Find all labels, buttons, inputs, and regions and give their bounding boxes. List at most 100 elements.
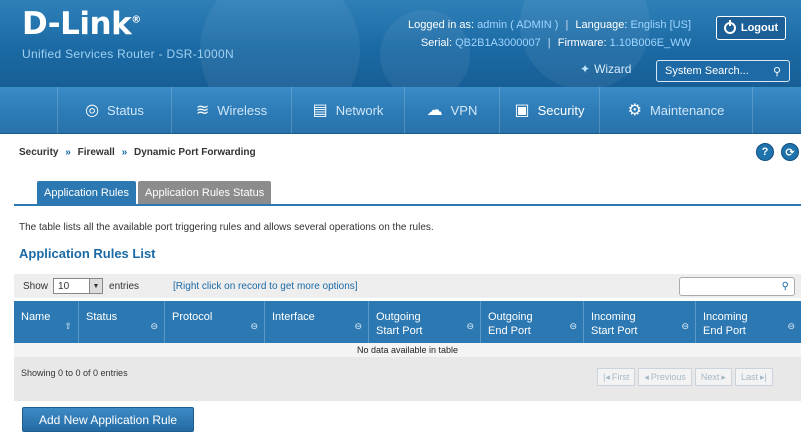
monitor-icon: ▤ bbox=[312, 102, 328, 119]
empty-table-message: No data available in table bbox=[14, 343, 801, 357]
next-page-icon: ▸ bbox=[721, 371, 726, 382]
breadcrumb-current: Dynamic Port Forwarding bbox=[133, 147, 256, 158]
breadcrumb-separator: » bbox=[65, 147, 71, 158]
table-toolbar: Show 10 ▼ entries [Right click on record… bbox=[14, 274, 801, 298]
column-header-label: End Port bbox=[703, 325, 746, 337]
serial-label: Serial: bbox=[420, 37, 453, 49]
logout-label: Logout bbox=[740, 22, 779, 34]
pager-label: Previous bbox=[650, 372, 686, 382]
entries-select[interactable]: 10 ▼ bbox=[53, 278, 104, 294]
session-info: Logged in as: admin ( ADMIN ) | Language… bbox=[408, 19, 691, 49]
system-search-input[interactable]: System Search... ⚲ bbox=[656, 60, 790, 82]
nav-item-wireless[interactable]: ≋ Wireless bbox=[172, 86, 292, 134]
column-header-outgoing-end-port[interactable]: Outgoing End Port ⊖ bbox=[481, 301, 584, 343]
column-header-label: Outgoing bbox=[376, 311, 421, 323]
nav-item-maintenance[interactable]: ⚙ Maintenance bbox=[600, 86, 753, 134]
tab-bar: Application Rules Application Rules Stat… bbox=[37, 181, 272, 204]
cloud-icon: ☁ bbox=[426, 102, 443, 119]
nav-label: Security bbox=[537, 102, 585, 118]
gauge-icon: ◎ bbox=[85, 102, 100, 119]
column-header-name[interactable]: Name ⇧ bbox=[14, 301, 79, 343]
pagination: |◂ First ◂ Previous Next ▸ Last ▸| bbox=[597, 368, 773, 386]
power-icon bbox=[723, 20, 736, 34]
firmware-label: Firmware: bbox=[557, 37, 607, 49]
wifi-icon: ≋ bbox=[195, 102, 210, 119]
logged-in-label: Logged in as: bbox=[408, 19, 475, 31]
column-header-status[interactable]: Status ⊖ bbox=[79, 301, 165, 343]
breadcrumb-firewall[interactable]: Firewall bbox=[78, 147, 115, 158]
column-header-label: Start Port bbox=[591, 325, 638, 337]
last-page-button[interactable]: Last ▸| bbox=[734, 368, 773, 386]
main-nav: ◎ Status ≋ Wireless ▤ Network ☁ VPN ▣ Se… bbox=[0, 86, 801, 134]
wizard-link[interactable]: ✦ Wizard bbox=[580, 62, 631, 76]
nav-spacer bbox=[0, 86, 58, 134]
gears-icon: ⚙ bbox=[627, 102, 642, 119]
next-page-button[interactable]: Next ▸ bbox=[694, 368, 732, 386]
column-header-outgoing-start-port[interactable]: Outgoing Start Port ⊖ bbox=[369, 301, 481, 343]
entries-value: 10 bbox=[58, 280, 70, 292]
nav-label: Network bbox=[335, 102, 384, 118]
column-header-incoming-start-port[interactable]: Incoming Start Port ⊖ bbox=[584, 301, 696, 343]
tab-underline bbox=[14, 204, 801, 206]
sort-icon: ⊖ bbox=[250, 321, 258, 331]
last-page-icon: ▸| bbox=[759, 371, 767, 382]
sort-icon: ⊖ bbox=[150, 321, 158, 331]
sort-icon: ⊖ bbox=[569, 321, 577, 331]
column-header-protocol[interactable]: Protocol ⊖ bbox=[165, 301, 265, 343]
lock-icon: ▣ bbox=[514, 102, 530, 119]
column-header-incoming-end-port[interactable]: Incoming End Port ⊖ bbox=[696, 301, 801, 343]
table-footer: Showing 0 to 0 of 0 entries |◂ First ◂ P… bbox=[14, 357, 801, 401]
nav-label: VPN bbox=[450, 102, 478, 118]
pager-label: Last bbox=[740, 372, 758, 382]
language-value[interactable]: English [US] bbox=[630, 19, 691, 31]
sort-icon: ⇧ bbox=[64, 321, 72, 331]
nav-item-vpn[interactable]: ☁ VPN bbox=[405, 86, 500, 134]
breadcrumb-security[interactable]: Security bbox=[19, 147, 58, 158]
logout-button[interactable]: Logout bbox=[716, 16, 786, 40]
serial-value: QB2B1A3000007 bbox=[455, 37, 541, 49]
list-title: Application Rules List bbox=[19, 246, 156, 261]
help-icon[interactable]: ? bbox=[756, 143, 774, 161]
wand-icon: ✦ bbox=[580, 62, 591, 76]
column-header-label: Start Port bbox=[376, 325, 423, 337]
chevron-down-icon: ▼ bbox=[89, 279, 103, 293]
search-icon: ⚲ bbox=[772, 65, 781, 78]
search-icon: ⚲ bbox=[781, 281, 789, 292]
nav-label: Maintenance bbox=[649, 102, 725, 118]
column-header-interface[interactable]: Interface ⊖ bbox=[265, 301, 369, 343]
header-decoration bbox=[200, 0, 360, 87]
add-application-rule-button[interactable]: Add New Application Rule bbox=[22, 407, 194, 432]
nav-item-security[interactable]: ▣ Security bbox=[500, 86, 600, 134]
product-name: Unified Services Router - DSR-1000N bbox=[22, 47, 234, 61]
refresh-icon[interactable]: ⟳ bbox=[781, 143, 799, 161]
table-header: Name ⇧ Status ⊖ Protocol ⊖ Interface ⊖ O… bbox=[14, 301, 801, 343]
previous-page-button[interactable]: ◂ Previous bbox=[638, 368, 692, 386]
system-search-placeholder: System Search... bbox=[665, 65, 749, 77]
breadcrumb-separator: » bbox=[121, 147, 128, 158]
sort-icon: ⊖ bbox=[466, 321, 474, 331]
sort-icon: ⊖ bbox=[354, 321, 362, 331]
nav-item-status[interactable]: ◎ Status bbox=[58, 86, 172, 134]
column-header-label: Incoming bbox=[591, 311, 636, 323]
page-description: The table lists all the available port t… bbox=[19, 222, 434, 233]
firmware-value: 1.10B006E_WW bbox=[609, 37, 691, 49]
nav-item-network[interactable]: ▤ Network bbox=[292, 86, 405, 134]
sort-icon: ⊖ bbox=[681, 321, 689, 331]
first-page-button[interactable]: |◂ First bbox=[597, 368, 636, 386]
tab-application-rules[interactable]: Application Rules bbox=[37, 181, 136, 204]
wizard-label: Wizard bbox=[594, 62, 632, 76]
breadcrumb: Security » Firewall » Dynamic Port Forwa… bbox=[19, 147, 256, 158]
tab-application-rules-status[interactable]: Application Rules Status bbox=[138, 181, 272, 204]
nav-label: Wireless bbox=[217, 102, 268, 118]
pager-label: First bbox=[611, 372, 630, 382]
nav-label: Status bbox=[107, 102, 144, 118]
language-label: Language: bbox=[575, 19, 628, 31]
logged-in-user: admin ( ADMIN ) bbox=[477, 19, 559, 31]
show-label: Show bbox=[23, 280, 49, 292]
column-header-label: Incoming bbox=[703, 311, 748, 323]
sort-icon: ⊖ bbox=[787, 321, 795, 331]
table-search-input[interactable]: ⚲ bbox=[679, 277, 795, 296]
right-click-hint: [Right click on record to get more optio… bbox=[173, 280, 358, 292]
first-page-icon: |◂ bbox=[603, 371, 610, 382]
pager-label: Next bbox=[700, 372, 720, 382]
